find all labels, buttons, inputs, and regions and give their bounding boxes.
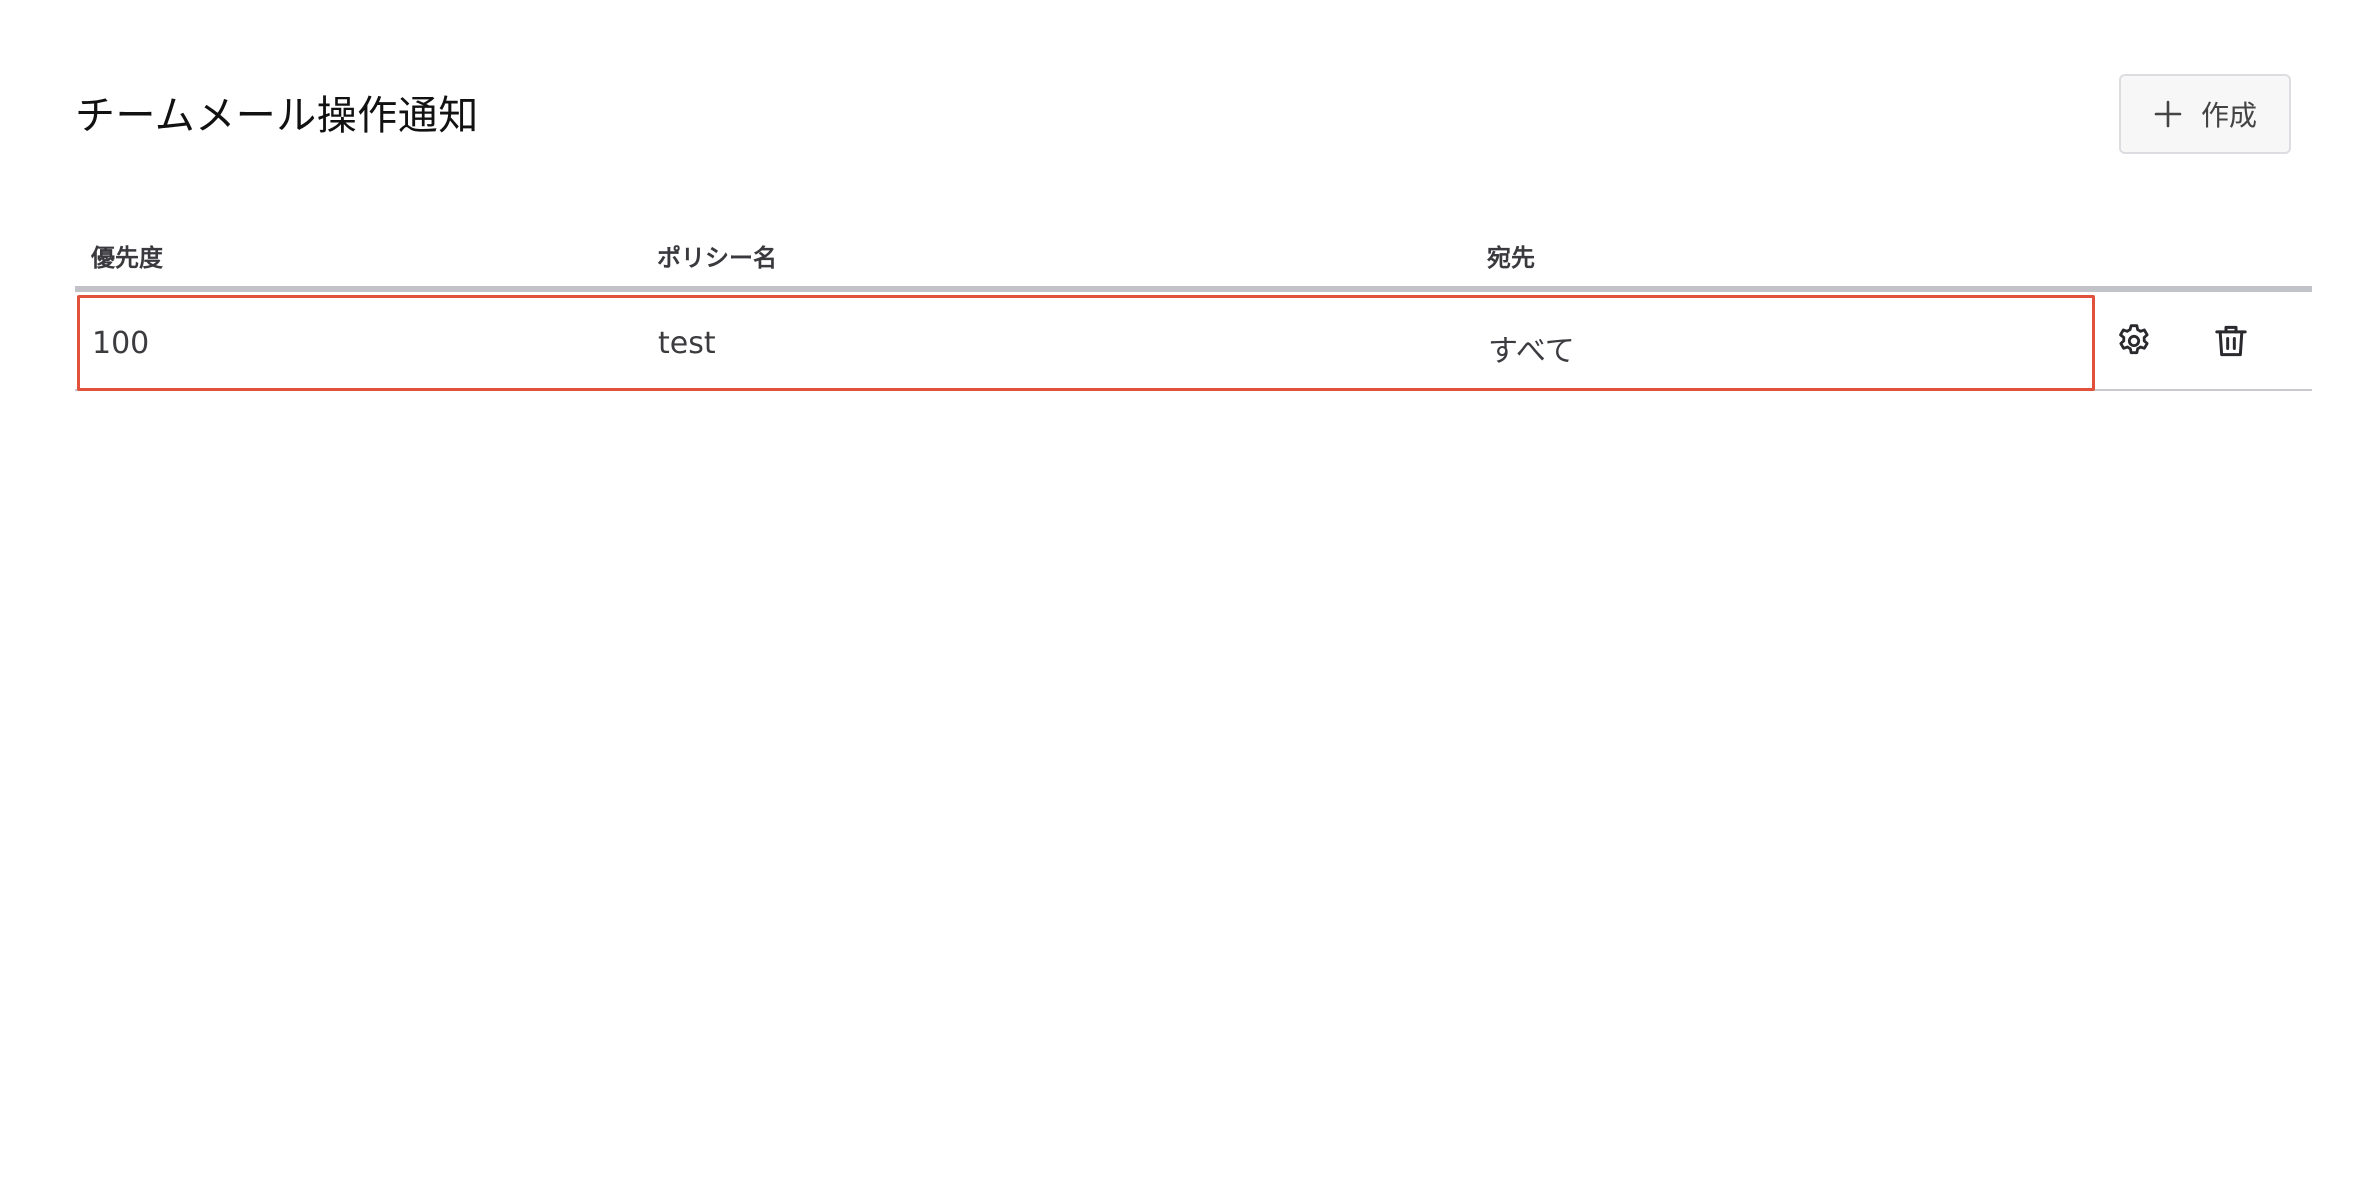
settings-button[interactable]: [2112, 319, 2156, 363]
create-button-label: 作成: [2200, 99, 2257, 132]
cell-policy-name: test: [658, 326, 716, 361]
plus-icon: [2153, 99, 2183, 129]
cell-destination: すべて: [1488, 334, 1575, 369]
column-header-destination[interactable]: 宛先: [1487, 238, 1535, 273]
table-header: 優先度 ポリシー名 宛先: [75, 228, 2312, 288]
column-header-policy-name[interactable]: ポリシー名: [657, 238, 777, 273]
table-row[interactable]: 100 test すべて: [77, 295, 2095, 391]
page-title: チームメール操作通知: [75, 93, 479, 139]
column-header-priority[interactable]: 優先度: [91, 238, 163, 273]
header-divider: [75, 286, 2312, 292]
delete-button[interactable]: [2209, 319, 2253, 363]
trash-icon: [2211, 321, 2251, 361]
cell-priority: 100: [92, 326, 150, 361]
create-button[interactable]: 作成: [2119, 74, 2291, 154]
gear-icon: [2114, 321, 2154, 361]
